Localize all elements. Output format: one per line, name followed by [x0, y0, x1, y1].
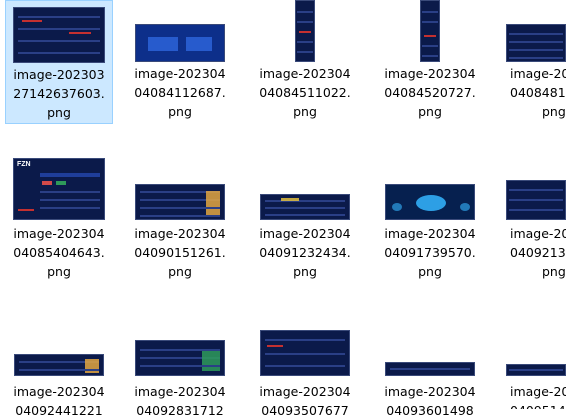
file-name-line1: image-202304: [384, 226, 476, 241]
thumbnail: [376, 182, 484, 220]
file-name-line3: png: [418, 264, 442, 279]
file-name-line1: image-202304: [259, 66, 351, 81]
thumbnail: [251, 330, 359, 376]
file-name-line2: 04090151261.: [134, 245, 226, 260]
file-item[interactable]: image-202304 04092441221: [5, 310, 113, 418]
file-name-line3: png: [47, 105, 71, 120]
file-name-line1: image-20: [510, 384, 566, 399]
file-name-line3: png: [293, 264, 317, 279]
thumbnail: [126, 340, 234, 376]
file-item[interactable]: FZN image-202304 04085404643. png: [5, 152, 113, 282]
thumbnail: [6, 5, 112, 63]
file-item[interactable]: image-202304 04090151261. png: [126, 152, 234, 282]
file-name-line1: image-202304: [134, 226, 226, 241]
file-name-line3: png: [47, 264, 71, 279]
thumbnail: [506, 24, 566, 62]
file-name-line2: 0409213: [510, 245, 566, 260]
file-name-line1: image-202304: [134, 66, 226, 81]
file-name-line2: 27142637603.: [13, 86, 105, 101]
file-item[interactable]: image-202304 04093601498: [376, 310, 484, 418]
file-name-line1: image-202304: [259, 384, 351, 399]
file-name-line2: 04093601498: [386, 403, 474, 418]
file-name-line1: image-202304: [384, 384, 476, 399]
file-item[interactable]: image-202304 04084511022. png: [251, 0, 359, 124]
file-name-line3: png: [293, 104, 317, 119]
thumbnail: [126, 182, 234, 220]
file-name-line2: 0409514: [510, 401, 566, 409]
thumbnail: [376, 0, 484, 62]
file-name-line2: 04084520727.: [384, 85, 476, 100]
thumbnail: [251, 0, 359, 62]
thumbnail: [251, 192, 359, 220]
file-name-line2: 04092441221: [15, 403, 103, 418]
thumbnail: FZN: [5, 156, 113, 220]
file-item[interactable]: image-202304 04084520727. png: [376, 0, 484, 124]
file-name-line3: png: [542, 104, 566, 119]
file-name-line2: 04091739570.: [384, 245, 476, 260]
file-name-line1: image-202: [510, 66, 566, 81]
file-item[interactable]: image-202303 27142637603. png: [5, 0, 113, 124]
file-name-line3: png: [168, 104, 192, 119]
file-name-line1: image-202304: [13, 384, 105, 399]
file-grid: image-202303 27142637603. png image-2023…: [0, 0, 566, 418]
file-name-line2: 04091232434.: [259, 245, 351, 260]
file-name-line3: png: [168, 264, 192, 279]
file-item[interactable]: image-202304 04091739570. png: [376, 152, 484, 282]
file-item[interactable]: image-20 0409514: [506, 310, 566, 409]
thumbnail: [376, 360, 484, 376]
thumbnail: [5, 354, 113, 376]
file-name-line2: 04092831712: [136, 403, 224, 418]
file-name-line1: image-202: [510, 226, 566, 241]
file-item[interactable]: image-202304 04093507677: [251, 310, 359, 418]
file-name-line2: 04085404643.: [13, 245, 105, 260]
file-name-line2: 04093507677: [261, 403, 349, 418]
file-name-line2: 04084511022.: [259, 85, 351, 100]
file-item[interactable]: image-202304 04091232434. png: [251, 152, 359, 282]
thumbnail: [506, 178, 566, 220]
file-name-line3: png: [542, 264, 566, 279]
file-name-line3: png: [418, 104, 442, 119]
brand-logo: FZN: [17, 161, 31, 168]
file-name-line1: image-202304: [13, 226, 105, 241]
file-item[interactable]: image-202304 04092831712: [126, 310, 234, 418]
file-name-line1: image-202304: [384, 66, 476, 81]
thumbnail: [506, 362, 566, 376]
thumbnail: [126, 4, 234, 62]
file-name-line1: image-202303: [13, 67, 105, 82]
file-name-line2: 0408481: [510, 85, 566, 100]
file-name-line2: 04084112687.: [134, 85, 226, 100]
file-item[interactable]: image-202 0408481 png: [506, 0, 566, 124]
file-item[interactable]: image-202 0409213 png: [506, 152, 566, 282]
file-name-line1: image-202304: [134, 384, 226, 399]
file-name-line1: image-202304: [259, 226, 351, 241]
file-item[interactable]: image-202304 04084112687. png: [126, 0, 234, 124]
